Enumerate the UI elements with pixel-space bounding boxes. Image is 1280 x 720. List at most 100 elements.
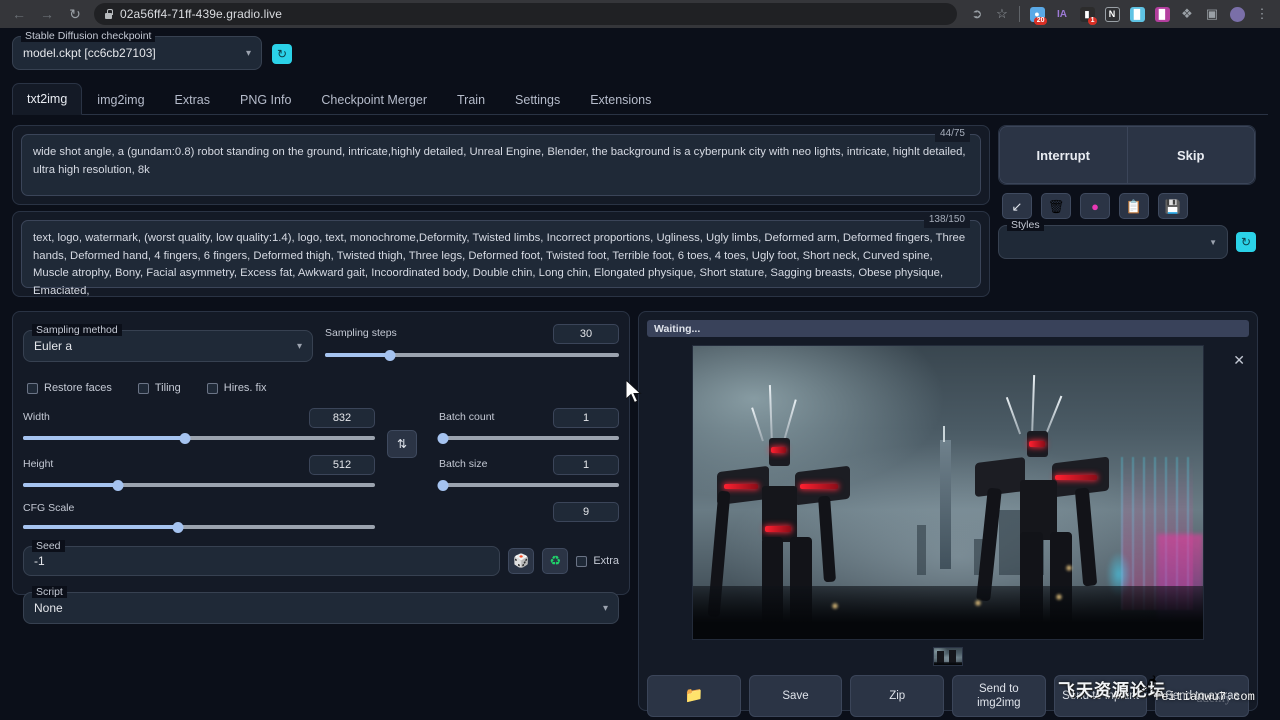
generated-image-thumbnail[interactable] bbox=[933, 647, 963, 666]
tab-train[interactable]: Train bbox=[442, 84, 500, 115]
dice-icon[interactable]: 🎲 bbox=[508, 548, 534, 574]
url-text: 02a56ff4-71ff-439e.gradio.live bbox=[120, 7, 282, 21]
cfg-scale-slider[interactable] bbox=[23, 522, 375, 532]
prompt-token-count: 44/75 bbox=[935, 126, 970, 142]
batch-count-label: Batch count bbox=[439, 411, 494, 423]
notion-extension-icon[interactable]: N bbox=[1100, 2, 1124, 26]
address-bar[interactable]: 02a56ff4-71ff-439e.gradio.live bbox=[94, 3, 957, 25]
open-folder-button[interactable]: 📁 bbox=[647, 675, 741, 717]
checkbox-box bbox=[207, 383, 218, 394]
sampling-method-select[interactable]: Sampling method Euler a ▾ bbox=[23, 330, 313, 362]
cfg-scale-value[interactable]: 9 bbox=[553, 502, 619, 522]
chevron-down-icon: ▾ bbox=[246, 48, 251, 59]
batch-size-value[interactable]: 1 bbox=[553, 455, 619, 475]
share-icon[interactable]: ➲ bbox=[965, 2, 989, 26]
output-panel: Waiting... ✕ bbox=[638, 311, 1258, 711]
dimensions-column: Width 832 Height 512 bbox=[23, 408, 375, 532]
tab-txt2img[interactable]: txt2img bbox=[12, 83, 82, 115]
width-control: Width 832 bbox=[23, 408, 375, 443]
batch-size-label: Batch size bbox=[439, 458, 487, 470]
styles-row: Styles ▼ ↻ bbox=[998, 225, 1256, 259]
video-extension-icon[interactable]: ▮ 1 bbox=[1075, 2, 1099, 26]
restore-progress-icon[interactable]: ↙ bbox=[1002, 193, 1032, 219]
tab-extras[interactable]: Extras bbox=[160, 84, 225, 115]
extra-checkbox[interactable]: Extra bbox=[576, 555, 619, 567]
checkbox-box bbox=[576, 556, 587, 567]
height-slider[interactable] bbox=[23, 480, 375, 490]
script-select[interactable]: Script None ▾ bbox=[23, 592, 619, 624]
profile-avatar[interactable] bbox=[1225, 2, 1249, 26]
clipboard-icon[interactable]: 📋 bbox=[1119, 193, 1149, 219]
tiling-checkbox[interactable]: Tiling bbox=[138, 382, 181, 394]
office-extension-icon[interactable]: █ bbox=[1150, 2, 1174, 26]
puzzle-extension-icon[interactable]: ❖ bbox=[1175, 2, 1199, 26]
image-tower bbox=[940, 440, 951, 569]
zip-button[interactable]: Zip bbox=[850, 675, 944, 717]
chevron-down-icon: ▼ bbox=[1209, 238, 1217, 247]
reload-icon[interactable]: ↻ bbox=[62, 1, 88, 27]
width-value[interactable]: 832 bbox=[309, 408, 375, 428]
seed-input[interactable]: Seed -1 bbox=[23, 546, 500, 576]
checkpoint-select[interactable]: Stable Diffusion checkpoint model.ckpt [… bbox=[12, 36, 262, 70]
sampling-steps-slider[interactable] bbox=[325, 350, 619, 360]
send-to-img2img-button[interactable]: Send to img2img bbox=[952, 675, 1046, 717]
notification-extension-icon[interactable]: ● 20 bbox=[1025, 2, 1049, 26]
generate-panel: Interrupt Skip bbox=[998, 125, 1256, 185]
prompt-area: 44/75 wide shot angle, a (gundam:0.8) ro… bbox=[12, 125, 1268, 303]
styles-refresh-button[interactable]: ↻ bbox=[1236, 232, 1256, 252]
prompt-input[interactable]: 44/75 wide shot angle, a (gundam:0.8) ro… bbox=[21, 134, 981, 196]
tab-img2img[interactable]: img2img bbox=[82, 84, 159, 115]
stable-diffusion-webui: Stable Diffusion checkpoint model.ckpt [… bbox=[0, 28, 1280, 720]
trash-icon[interactable]: 🗑 bbox=[1041, 193, 1071, 219]
restore-faces-checkbox[interactable]: Restore faces bbox=[27, 382, 112, 394]
checkpoint-refresh-button[interactable]: ↻ bbox=[272, 44, 292, 64]
image-extension-icon[interactable]: █ bbox=[1125, 2, 1149, 26]
checkpoint-row: Stable Diffusion checkpoint model.ckpt [… bbox=[12, 36, 1268, 70]
progress-status: Waiting... bbox=[654, 323, 700, 335]
main-tabs: txt2img img2img Extras PNG Info Checkpoi… bbox=[12, 82, 1268, 115]
hires-fix-checkbox[interactable]: Hires. fix bbox=[207, 382, 267, 394]
interrupt-button[interactable]: Interrupt bbox=[999, 126, 1127, 184]
send-to-inpaint-button[interactable]: Send to inpaint bbox=[1054, 675, 1148, 717]
script-label: Script bbox=[32, 586, 67, 598]
progress-bar: Waiting... bbox=[647, 320, 1249, 337]
recycle-icon[interactable]: ♻ bbox=[542, 548, 568, 574]
prompt-tools-row: ↙ 🗑 ● 📋 💾 bbox=[1002, 193, 1256, 219]
forward-arrow-icon[interactable]: → bbox=[34, 1, 60, 27]
tab-extensions[interactable]: Extensions bbox=[575, 84, 666, 115]
image-preview-area: ✕ bbox=[647, 345, 1249, 645]
batch-count-slider[interactable] bbox=[439, 433, 619, 443]
save-button[interactable]: Save bbox=[749, 675, 843, 717]
negative-prompt-text: text, logo, watermark, (worst quality, l… bbox=[33, 232, 965, 297]
sampling-method-value: Euler a bbox=[34, 339, 72, 353]
restore-faces-label: Restore faces bbox=[44, 382, 112, 394]
back-arrow-icon[interactable]: ← bbox=[6, 1, 32, 27]
apply-style-icon[interactable]: ● bbox=[1080, 193, 1110, 219]
browser-toolbar: ← → ↻ 02a56ff4-71ff-439e.gradio.live ➲ ☆… bbox=[0, 0, 1280, 28]
batch-count-value[interactable]: 1 bbox=[553, 408, 619, 428]
skip-button[interactable]: Skip bbox=[1127, 126, 1256, 184]
ia-extension-icon[interactable]: IA bbox=[1050, 2, 1074, 26]
sidepanel-extension-icon[interactable]: ▣ bbox=[1200, 2, 1224, 26]
width-slider[interactable] bbox=[23, 433, 375, 443]
tab-png-info[interactable]: PNG Info bbox=[225, 84, 306, 115]
negative-prompt-input[interactable]: 138/150 text, logo, watermark, (worst qu… bbox=[21, 220, 981, 288]
close-icon[interactable]: ✕ bbox=[1233, 353, 1245, 367]
tab-checkpoint-merger[interactable]: Checkpoint Merger bbox=[306, 84, 442, 115]
star-icon[interactable]: ☆ bbox=[990, 2, 1014, 26]
height-value[interactable]: 512 bbox=[309, 455, 375, 475]
styles-select[interactable]: Styles ▼ bbox=[998, 225, 1228, 259]
swap-dimensions-icon[interactable]: ⇅ bbox=[387, 430, 417, 458]
seed-row: Seed -1 🎲 ♻ Extra bbox=[23, 546, 619, 576]
generated-image[interactable] bbox=[692, 345, 1204, 640]
styles-label: Styles bbox=[1007, 219, 1044, 231]
batch-column: Batch count 1 Batch size 1 bbox=[429, 408, 619, 532]
save-style-icon[interactable]: 💾 bbox=[1158, 193, 1188, 219]
seed-label: Seed bbox=[32, 540, 65, 552]
tab-settings[interactable]: Settings bbox=[500, 84, 575, 115]
udemy-watermark: udemy bbox=[1196, 690, 1231, 706]
kebab-menu-icon[interactable]: ⋮ bbox=[1250, 2, 1274, 26]
sampling-steps-label: Sampling steps bbox=[325, 327, 397, 339]
sampling-steps-value[interactable]: 30 bbox=[553, 324, 619, 344]
batch-size-slider[interactable] bbox=[439, 480, 619, 490]
